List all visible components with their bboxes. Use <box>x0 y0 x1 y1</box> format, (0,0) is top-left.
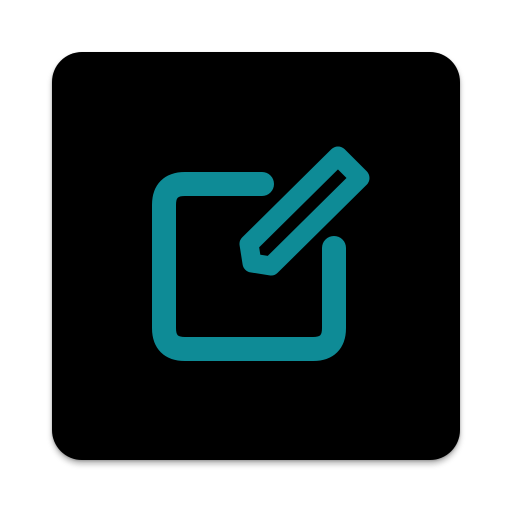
edit-note-icon <box>152 146 370 361</box>
app-icon-canvas <box>0 0 512 512</box>
app-icon-tile[interactable] <box>52 52 460 460</box>
